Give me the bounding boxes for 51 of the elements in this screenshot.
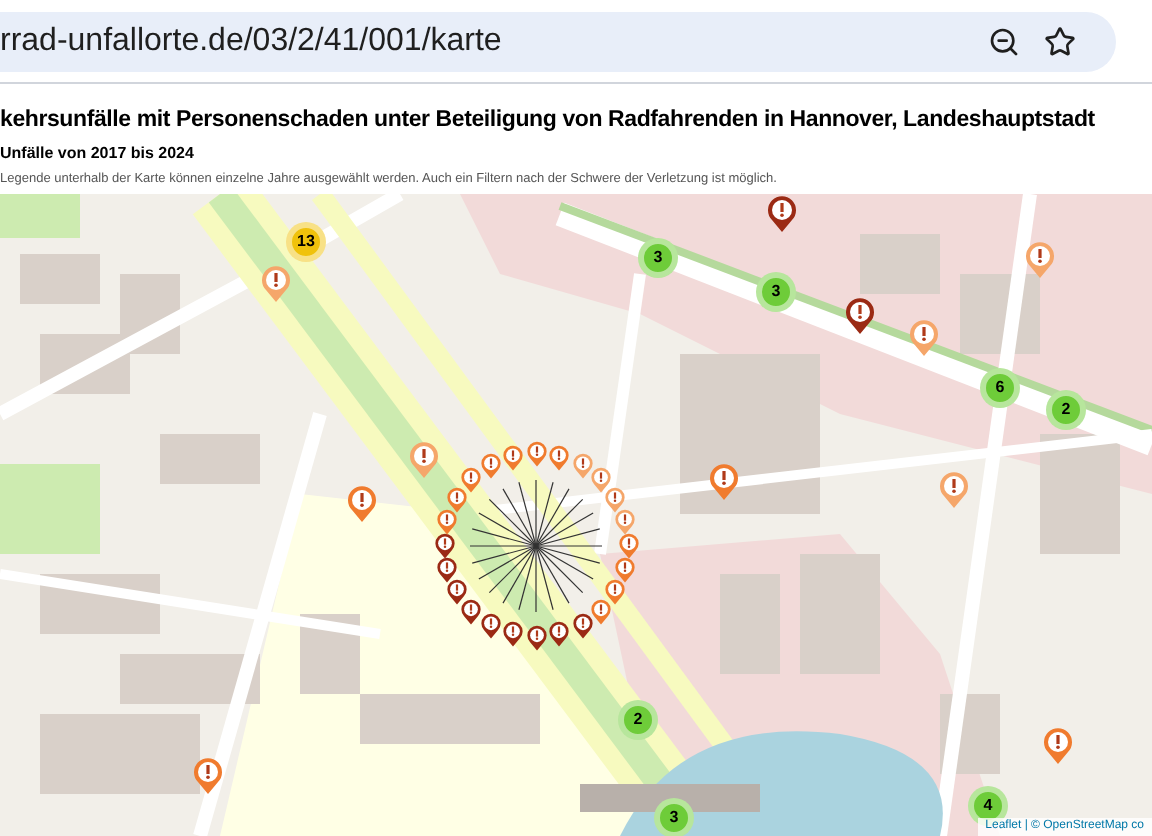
spoke-lines: [469, 479, 603, 613]
warning-pin-icon[interactable]: [604, 578, 627, 606]
zoom-out-icon[interactable]: [988, 25, 1020, 57]
warning-pin-icon[interactable]: [445, 486, 468, 514]
warning-pin-icon[interactable]: [479, 452, 501, 481]
building: [720, 574, 780, 674]
building: [1040, 434, 1120, 554]
star-icon[interactable]: [1044, 25, 1076, 57]
warning-pin-icon[interactable]: [260, 264, 292, 304]
warning-pin-icon[interactable]: [525, 440, 547, 468]
building: [860, 234, 940, 294]
warning-pin-icon[interactable]: [436, 508, 459, 537]
address-bar[interactable]: rrad-unfallorte.de/03/2/41/001/karte: [0, 11, 1116, 71]
warning-pin-icon[interactable]: [548, 620, 571, 649]
warning-pin-icon[interactable]: [433, 532, 455, 560]
warning-pin-icon[interactable]: [1042, 726, 1074, 766]
warning-pin-icon[interactable]: [445, 578, 468, 606]
park-area: [0, 464, 100, 554]
warning-pin-icon[interactable]: [436, 555, 459, 584]
warning-pin-icon[interactable]: [604, 486, 627, 514]
warning-pin-icon[interactable]: [590, 466, 613, 495]
warning-pin-icon[interactable]: [613, 508, 636, 537]
warning-pin-icon[interactable]: [548, 443, 571, 472]
warning-pin-icon[interactable]: [479, 611, 501, 640]
warning-pin-icon[interactable]: [938, 470, 970, 510]
warning-pin-icon[interactable]: [501, 620, 524, 649]
warning-pin-icon[interactable]: [571, 452, 593, 481]
page-title: kehrsunfälle mit Personenschaden unter Beteiligung von Radfahrenden in Hannover, Landeshauptstadt: [0, 106, 1097, 136]
page-subtitle: Unfälle von 2017 bis 2024: [0, 144, 196, 164]
warning-pin-icon[interactable]: [501, 443, 524, 472]
building: [160, 434, 260, 484]
warning-pin-icon[interactable]: [908, 318, 940, 358]
warning-pin-icon[interactable]: [613, 555, 636, 584]
building: [20, 254, 100, 304]
warning-pin-icon[interactable]: [708, 462, 740, 502]
warning-pin-icon[interactable]: [1024, 240, 1056, 280]
warning-pin-icon[interactable]: [844, 296, 876, 336]
park-area: [0, 194, 80, 238]
warning-pin-icon[interactable]: [192, 756, 224, 796]
warning-pin-icon[interactable]: [459, 466, 482, 495]
building: [120, 654, 260, 704]
url-text: rrad-unfallorte.de/03/2/41/001/karte: [0, 21, 504, 61]
warning-pin-icon[interactable]: [525, 624, 547, 652]
warning-pin-icon[interactable]: [590, 597, 613, 626]
warning-pin-icon[interactable]: [571, 611, 593, 640]
warning-pin-icon[interactable]: [459, 597, 482, 626]
warning-pin-icon[interactable]: [408, 440, 440, 480]
warning-pin-icon[interactable]: [766, 194, 798, 234]
warning-pin-icon[interactable]: [346, 484, 378, 524]
warning-pin-icon[interactable]: [617, 532, 639, 560]
building: [800, 554, 880, 674]
